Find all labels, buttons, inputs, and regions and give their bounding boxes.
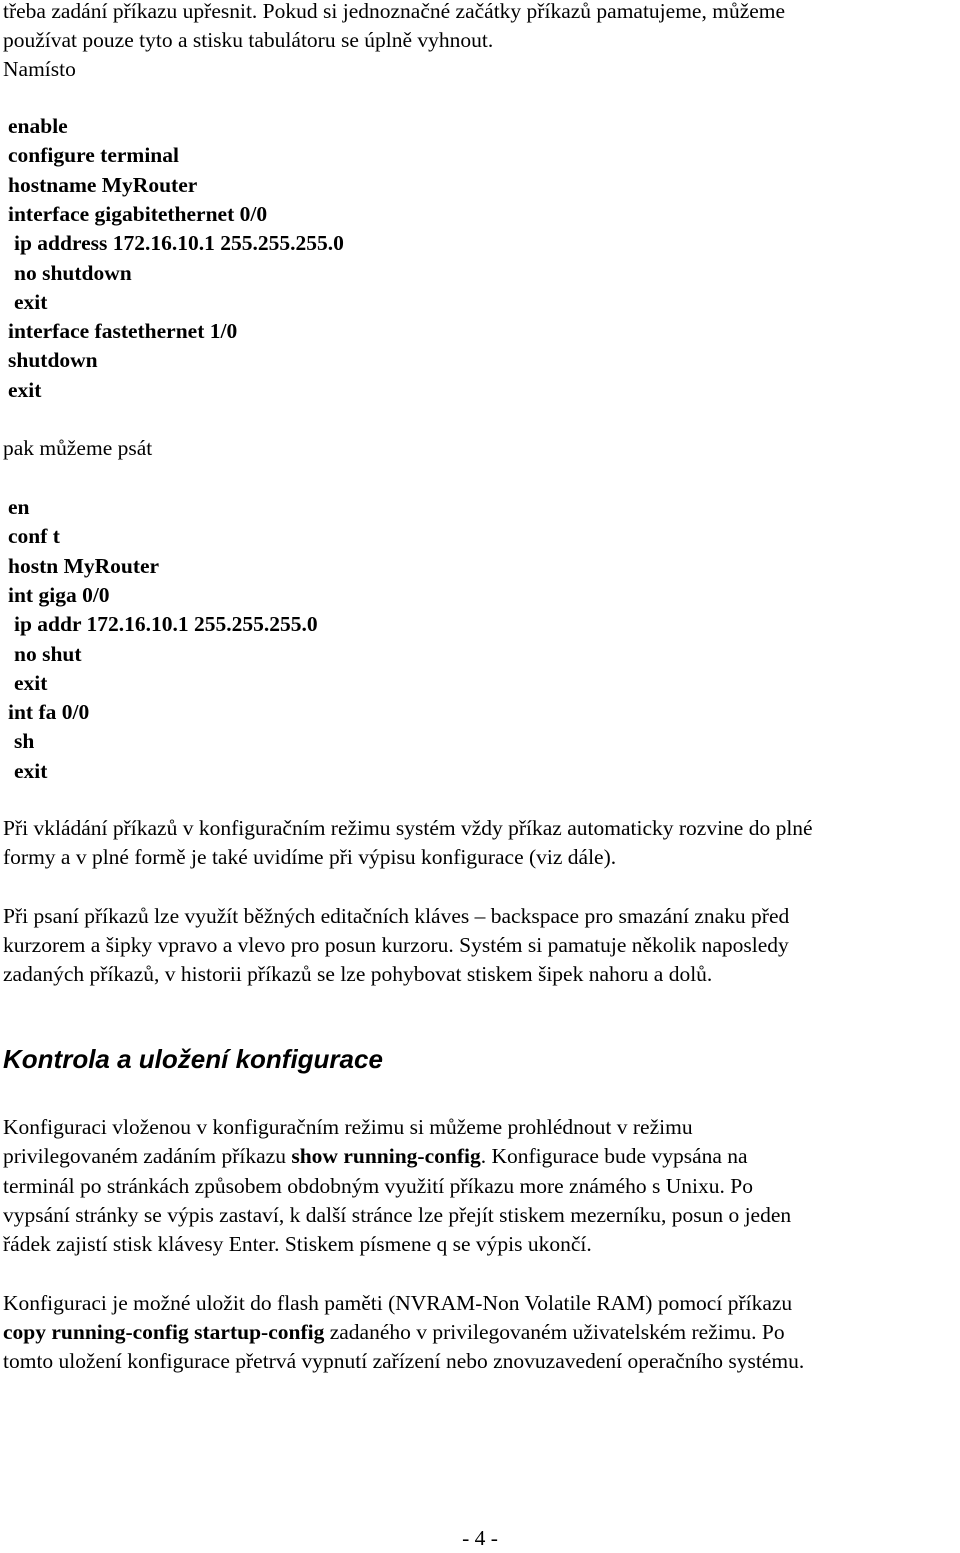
intro-label-namisto: Namísto [3,57,76,81]
command-line: configure terminal [8,143,179,168]
section-p1-text: . Konfigurace bude vypsána na [480,1144,748,1168]
command-line: hostname MyRouter [8,172,198,197]
command-line: interface gigabitethernet 0/0 [8,201,268,226]
section-p1-line: privilegovaném zadáním příkazu show runn… [3,1142,748,1171]
command-line: en [8,495,30,519]
command-line: exit [14,758,48,783]
command-line: ip addr 172.16.10.1 255.255.255.0 [14,612,318,637]
command-line: no shut [14,641,82,666]
command-line: enable [8,114,68,138]
command-line: exit [14,670,48,695]
page-number: - 4 - [462,1526,498,1550]
command-line: shutdown [8,348,98,373]
command-line: int fa 0/0 [8,700,90,725]
section-p2-line: Konfiguraci je možné uložit do flash pam… [3,1291,793,1315]
command-show-running-config: show running-config [291,1144,481,1168]
section-p1-line: terminál po stránkách způsobem obdobným … [3,1174,753,1198]
command-copy-running-startup: copy running-config startup-config [3,1320,325,1344]
command-line: no shutdown [14,260,132,285]
section-p2-line: copy running-config startup-config zadan… [3,1318,785,1347]
section-p1-line: vypsání stránky se výpis zastaví, k dalš… [3,1203,792,1227]
section-p1-line: řádek zajistí stisk klávesy Enter. Stisk… [3,1232,592,1256]
section-p1-line: Konfiguraci vloženou v konfiguračním rež… [3,1115,693,1139]
command-line: exit [8,377,42,402]
section-p2-text: zadaného v privilegovaném uživatelském r… [324,1320,785,1344]
command-line: conf t [8,524,60,549]
command-line: interface fastethernet 1/0 [8,319,238,344]
command-line: hostn MyRouter [8,553,160,578]
section-p1-text: privilegovaném zadáním příkazu [3,1144,292,1168]
paragraph-editing-line: Při psaní příkazů lze využít běžných edi… [3,904,790,928]
paragraph-expansion-line: formy a v plné formě je také uvidíme při… [3,845,617,869]
paragraph-editing-line: kurzorem a šipky vpravo a vlevo pro posu… [3,933,789,957]
command-line: exit [14,289,48,314]
intro-line: používat pouze tyto a stisku tabulátoru … [3,28,494,52]
paragraph-editing-line: zadaných příkazů, v historii příkazů se … [3,962,713,986]
section-p2-line: tomto uložení konfigurace přetrvá vypnut… [3,1349,805,1373]
transition-text: pak můžeme psát [3,436,153,460]
section-heading: Kontrola a uložení konfigurace [3,1044,383,1074]
command-line: ip address 172.16.10.1 255.255.255.0 [14,231,344,256]
command-line: int giga 0/0 [8,582,110,607]
intro-line: třeba zadání příkazu upřesnit. Pokud si … [3,0,786,23]
paragraph-expansion-line: Při vkládání příkazů v konfiguračním rež… [3,816,813,840]
command-line: sh [14,729,35,754]
